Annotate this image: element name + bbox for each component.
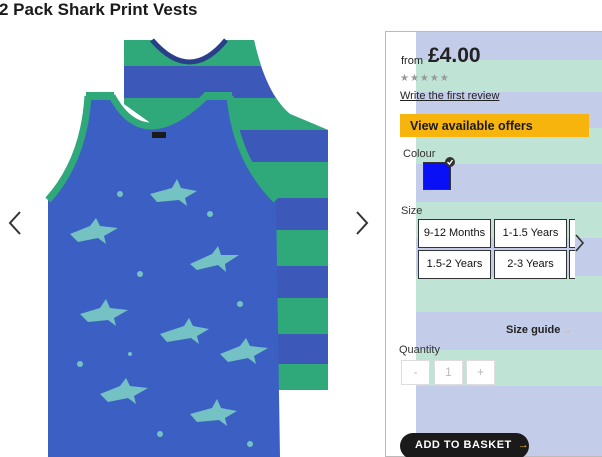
arrow-right-icon: → (517, 439, 530, 451)
add-to-basket-button[interactable]: ADD TO BASKET → (400, 433, 529, 457)
quantity-label: Quantity (399, 344, 440, 356)
size-option-partial[interactable] (569, 250, 575, 279)
chevron-right-icon (575, 234, 585, 252)
checkmark-icon (447, 159, 454, 166)
next-image-button[interactable] (351, 208, 373, 238)
chevron-left-icon (8, 211, 21, 235)
quantity-increase-button[interactable]: + (466, 360, 495, 385)
colour-label: Colour (403, 148, 436, 160)
previous-image-button[interactable] (4, 208, 26, 238)
chevron-right-icon (356, 211, 369, 235)
size-guide-link[interactable]: Size guide → (506, 324, 571, 336)
purchase-panel: from £4.00 ★★★★★ Write the first review … (385, 31, 602, 457)
size-option[interactable]: 9-12 Months (418, 219, 491, 248)
view-offers-button[interactable]: View available offers (400, 114, 589, 137)
size-label: Size (401, 205, 423, 217)
arrow-right-icon: → (562, 325, 572, 335)
write-review-link[interactable]: Write the first review (400, 90, 499, 102)
size-option[interactable]: 1-1.5 Years (494, 219, 567, 248)
rating-stars: ★★★★★ (400, 73, 450, 84)
selected-check-badge (445, 157, 455, 167)
add-to-basket-label: ADD TO BASKET (415, 439, 512, 451)
size-option[interactable]: 2-3 Years (494, 250, 567, 279)
size-next-button[interactable] (572, 232, 586, 254)
quantity-input[interactable]: 1 (434, 360, 463, 385)
quantity-decrease-button[interactable]: - (401, 360, 430, 385)
price-from-label: from (401, 55, 423, 67)
product-image (45, 38, 328, 457)
price: £4.00 (428, 44, 481, 67)
product-title: 2 Pack Shark Print Vests (0, 0, 198, 19)
size-guide-label: Size guide (506, 324, 561, 336)
size-option[interactable]: 1.5-2 Years (418, 250, 491, 279)
